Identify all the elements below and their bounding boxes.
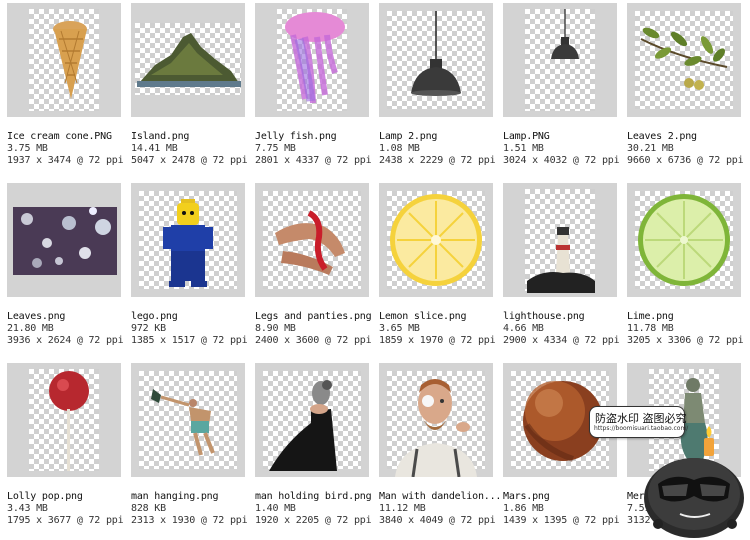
watermark-speech-bubble: 防盗水印 盗图必究 https://boomisuari.taobao.com/ [589,406,689,438]
file-size: 3.43 MB [7,503,48,514]
file-size: 11.12 MB [379,503,426,514]
file-item-man-with-dandelion[interactable]: Man with dandelion... 11.12 MB 3840 x 40… [372,360,501,538]
file-name: Lime.png [627,311,674,322]
file-name: man hanging.png [131,491,219,502]
file-name: Leaves.png [7,311,66,322]
file-dimensions: 3936 x 2624 @ 72 ppi [7,335,124,346]
legs-thumbnail [255,183,369,297]
man-portrait-thumbnail [379,363,493,477]
file-dimensions: 2900 x 4334 @ 72 ppi [503,335,620,346]
file-name: Lolly pop.png [7,491,83,502]
file-dimensions: 1937 x 3474 @ 72 ppi [7,155,124,166]
file-dimensions: 1795 x 3677 @ 72 ppi [7,515,124,526]
file-item-leaves-2[interactable]: Leaves 2.png 30.21 MB 9660 x 6736 @ 72 p… [620,0,744,178]
file-item-leaves[interactable]: Leaves.png 21.80 MB 3936 x 2624 @ 72 ppi [0,180,124,358]
file-dimensions: 1859 x 1970 @ 72 ppi [379,335,496,346]
file-item-lighthouse[interactable]: lighthouse.png 4.66 MB 2900 x 4334 @ 72 … [496,180,620,358]
file-size: 1.40 MB [255,503,296,514]
file-item-ice-cream-cone[interactable]: Ice cream cone.PNG 3.75 MB 1937 x 3474 @… [0,0,124,178]
file-dimensions: 3205 x 3306 @ 72 ppi [627,335,744,346]
file-item-man-holding-bird[interactable]: man holding bird.png 1.40 MB 1920 x 2205… [248,360,372,538]
file-dimensions: 2801 x 4337 @ 72 ppi [255,155,372,166]
file-dimensions: 2313 x 1930 @ 72 ppi [131,515,248,526]
file-name: Ice cream cone.PNG [7,131,112,142]
file-item-island[interactable]: Island.png 14.41 MB 5047 x 2478 @ 72 ppi [124,0,248,178]
file-size: 14.41 MB [131,143,178,154]
watermark-mascot-icon [644,426,744,538]
file-size: 1.51 MB [503,143,544,154]
file-name: lego.png [131,311,178,322]
file-dimensions: 1385 x 1517 @ 72 ppi [131,335,248,346]
file-size: 3.65 MB [379,323,420,334]
file-dimensions: 2400 x 3600 @ 72 ppi [255,335,372,346]
file-item-lego[interactable]: lego.png 972 KB 1385 x 1517 @ 72 ppi [124,180,248,358]
man-holding-bird-thumbnail [255,363,369,477]
file-dimensions: 1920 x 2205 @ 72 ppi [255,515,372,526]
file-item-man-hanging[interactable]: man hanging.png 828 KB 2313 x 1930 @ 72 … [124,360,248,538]
file-size: 4.66 MB [503,323,544,334]
file-item-mars[interactable]: Mars.png 1.86 MB 1439 x 1395 @ 72 ppi [496,360,620,538]
file-dimensions: 3840 x 4049 @ 72 ppi [379,515,496,526]
leaves-canopy-thumbnail [7,183,121,297]
file-item-lime[interactable]: Lime.png 11.78 MB 3205 x 3306 @ 72 ppi [620,180,744,358]
man-hanging-thumbnail [131,363,245,477]
file-size: 7.75 MB [255,143,296,154]
file-size: 1.08 MB [379,143,420,154]
leaves-branch-thumbnail [627,3,741,117]
lamp-thumbnail [503,3,617,117]
file-dimensions: 2438 x 2229 @ 72 ppi [379,155,496,166]
file-name: Lamp 2.png [379,131,438,142]
file-name: lighthouse.png [503,311,585,322]
file-dimensions: 9660 x 6736 @ 72 ppi [627,155,744,166]
file-size: 1.86 MB [503,503,544,514]
file-item-legs-and-panties[interactable]: Legs and panties.png 8.90 MB 2400 x 3600… [248,180,372,358]
file-dimensions: 3024 x 4032 @ 72 ppi [503,155,620,166]
file-size: 21.80 MB [7,323,54,334]
lego-figure-thumbnail [131,183,245,297]
lime-slice-thumbnail [627,183,741,297]
file-item-jelly-fish[interactable]: Jelly fish.png 7.75 MB 2801 x 4337 @ 72 … [248,0,372,178]
file-item-lolly-pop[interactable]: Lolly pop.png 3.43 MB 1795 x 3677 @ 72 p… [0,360,124,538]
file-size: 8.90 MB [255,323,296,334]
file-item-lemon-slice[interactable]: Lemon slice.png 3.65 MB 1859 x 1970 @ 72… [372,180,496,358]
file-item-lamp-2[interactable]: Lamp 2.png 1.08 MB 2438 x 2229 @ 72 ppi [372,0,496,178]
file-size: 828 KB [131,503,166,514]
file-name: Mars.png [503,491,550,502]
file-size: 30.21 MB [627,143,674,154]
pendant-lamp-thumbnail [379,3,493,117]
file-name: Island.png [131,131,190,142]
file-size: 3.75 MB [7,143,48,154]
watermark-text: 防盗水印 盗图必究 [595,412,687,425]
jellyfish-thumbnail [255,3,369,117]
file-name: Leaves 2.png [627,131,697,142]
watermark-url: https://boomisuari.taobao.com/ [594,425,689,432]
lighthouse-thumbnail [503,183,617,297]
file-dimensions: 5047 x 2478 @ 72 ppi [131,155,248,166]
file-size: 972 KB [131,323,166,334]
ice-cream-cone-thumbnail [7,3,121,117]
file-name: Legs and panties.png [255,311,372,322]
file-dimensions: 1439 x 1395 @ 72 ppi [503,515,620,526]
file-size: 11.78 MB [627,323,674,334]
file-name: Jelly fish.png [255,131,337,142]
lollipop-thumbnail [7,363,121,477]
file-name: Man with dandelion... [379,491,502,502]
file-item-lamp[interactable]: Lamp.PNG 1.51 MB 3024 x 4032 @ 72 ppi [496,0,620,178]
lemon-slice-thumbnail [379,183,493,297]
island-thumbnail [131,3,245,117]
file-name: Lamp.PNG [503,131,550,142]
file-name: man holding bird.png [255,491,372,502]
file-name: Lemon slice.png [379,311,467,322]
